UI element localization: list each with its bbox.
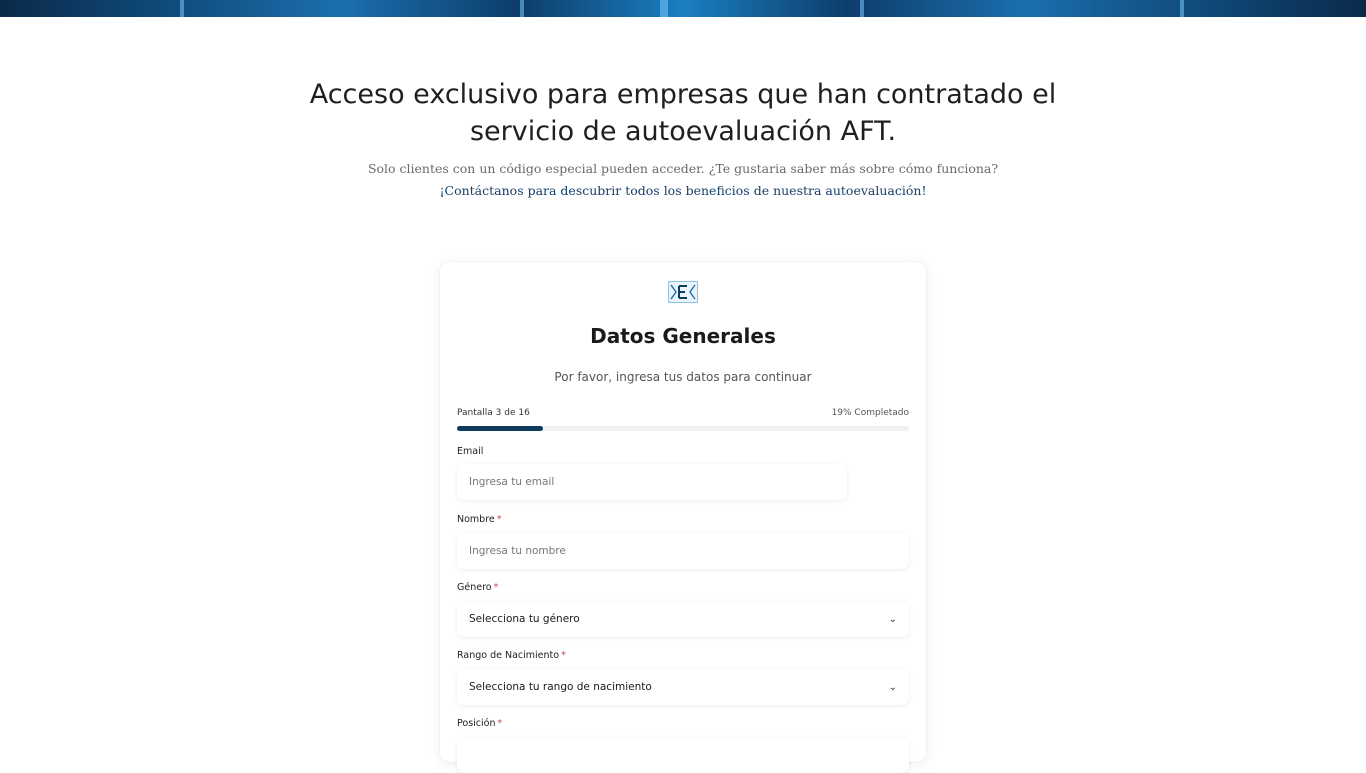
posicion-select[interactable] xyxy=(457,737,909,773)
header-banner xyxy=(0,0,1366,17)
required-asterisk: * xyxy=(497,718,503,729)
banner-light-streak xyxy=(860,0,864,17)
form-subtitle: Por favor, ingresa tus datos para contin… xyxy=(554,370,812,384)
form-card: Datos Generales Por favor, ingresa tus d… xyxy=(440,262,926,773)
posicion-label: Posición * xyxy=(457,718,503,729)
nombre-input[interactable] xyxy=(457,533,909,569)
progress-bar xyxy=(457,426,909,431)
chevron-down-icon: ⌄ xyxy=(888,613,897,625)
genero-label: Género * xyxy=(457,582,499,593)
progress-bar-fill xyxy=(457,426,543,431)
progress-label: Pantalla 3 de 16 xyxy=(457,408,530,418)
nombre-label: Nombre * xyxy=(457,514,502,525)
genero-select-value: Selecciona tu género xyxy=(469,613,580,625)
email-label: Email xyxy=(457,446,484,457)
progress-percent: 19% Completado xyxy=(831,408,909,418)
e-logo-icon xyxy=(668,281,698,303)
rango-nacimiento-select[interactable]: Selecciona tu rango de nacimiento ⌄ xyxy=(457,669,909,705)
contact-link[interactable]: ¡Contáctanos para descubrir todos los be… xyxy=(283,180,1083,202)
page-subtext: Solo clientes con un código especial pue… xyxy=(367,161,999,176)
rango-label: Rango de Nacimiento * xyxy=(457,650,566,661)
page-headline: Acceso exclusivo para empresas que han c… xyxy=(309,79,1057,147)
email-input[interactable] xyxy=(457,464,847,500)
rango-select-value: Selecciona tu rango de nacimiento xyxy=(469,681,652,693)
banner-light-streak xyxy=(180,0,184,17)
required-asterisk: * xyxy=(496,514,502,525)
genero-select[interactable]: Selecciona tu género ⌄ xyxy=(457,601,909,637)
required-asterisk: * xyxy=(493,582,499,593)
banner-light-streak xyxy=(1180,0,1184,17)
form-title: Datos Generales xyxy=(590,324,776,348)
required-asterisk: * xyxy=(561,650,566,661)
banner-light-streak xyxy=(520,0,524,17)
banner-light-streak xyxy=(660,0,668,17)
chevron-down-icon: ⌄ xyxy=(888,681,897,693)
